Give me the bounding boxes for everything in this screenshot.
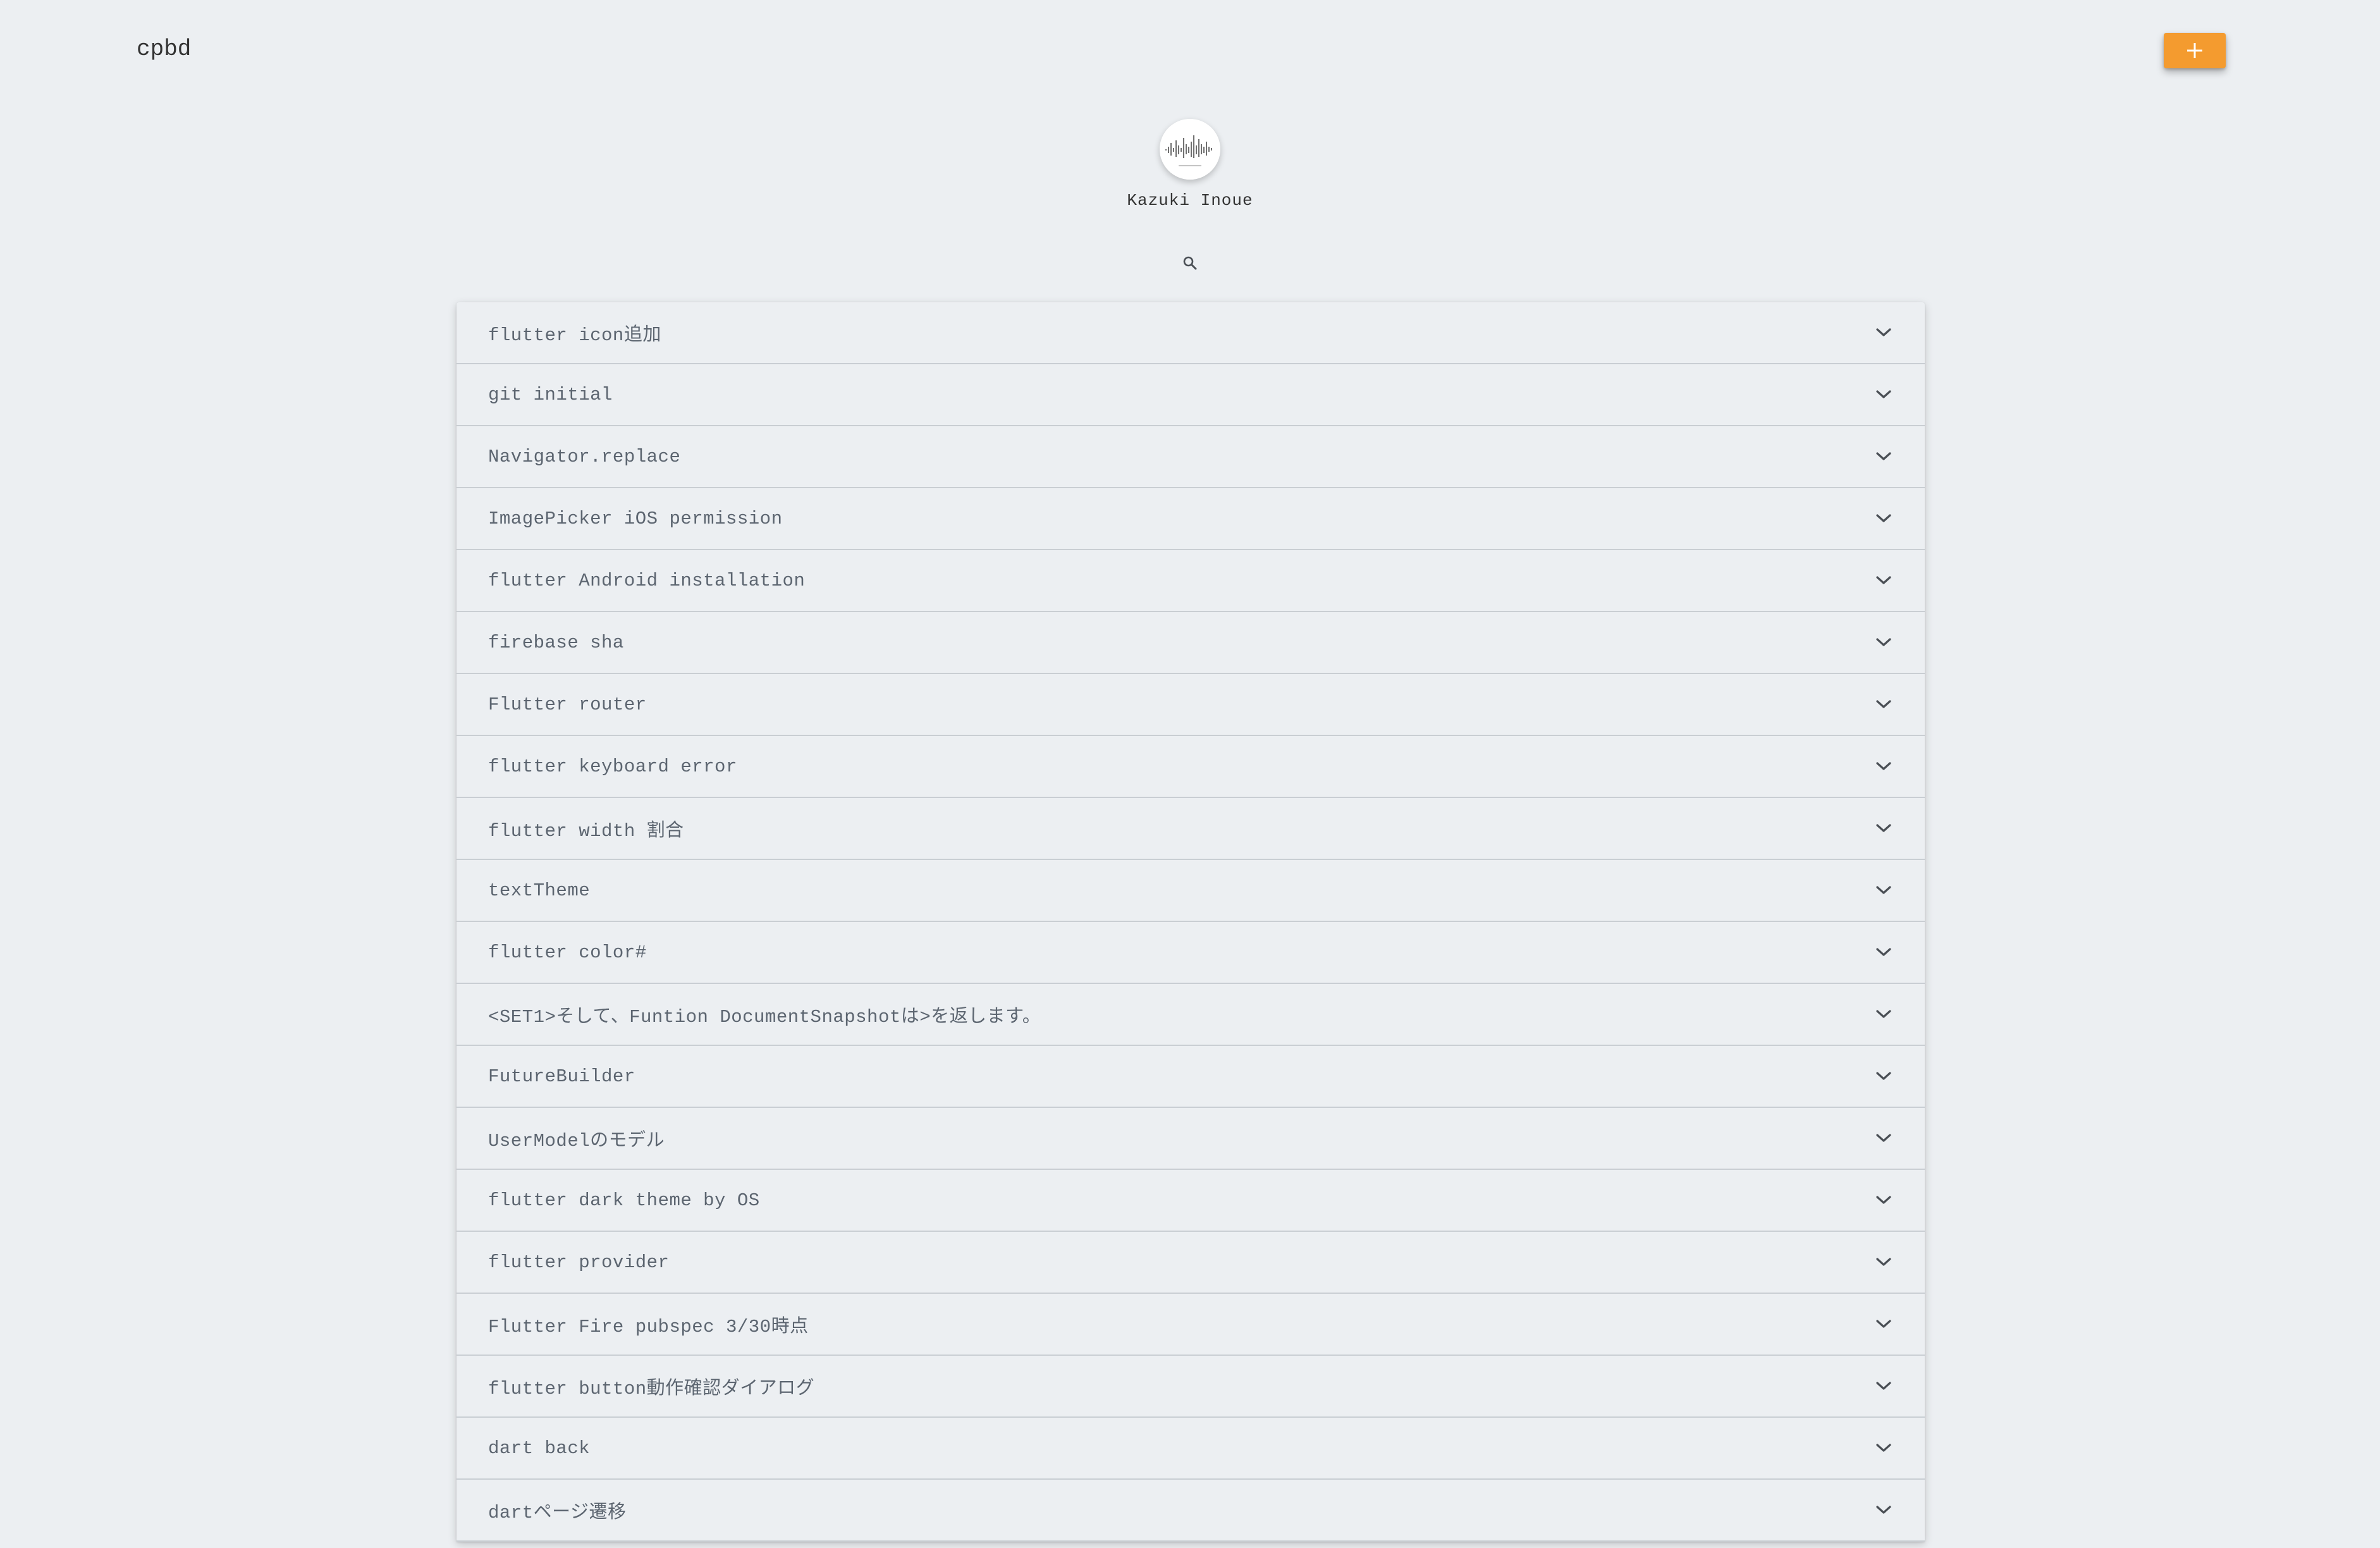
chevron-down-icon[interactable] [1874,509,1893,528]
search-icon [1183,256,1197,270]
list-item[interactable]: Flutter router [457,674,1925,736]
chevron-down-icon[interactable] [1874,571,1893,590]
list-item[interactable]: textTheme [457,860,1925,922]
avatar[interactable] [1160,119,1220,180]
list-item[interactable]: Flutter Fire pubspec 3/30時点 [457,1294,1925,1356]
list-item-title: flutter dark theme by OS [488,1189,760,1211]
chevron-down-icon[interactable] [1874,695,1893,714]
list-item[interactable]: dartページ遷移 [457,1480,1925,1542]
list-item-title: firebase sha [488,632,624,653]
list-item[interactable]: git initial [457,364,1925,426]
list-item-title: dartページ遷移 [488,1502,627,1523]
list-item-title: <SET1>そして、Funtion DocumentSnapshotは>を返しま… [488,1007,1041,1028]
search-button[interactable] [1179,252,1201,274]
chevron-down-icon[interactable] [1874,1315,1893,1334]
list-item[interactable]: flutter color# [457,922,1925,984]
chevron-down-icon[interactable] [1874,1501,1893,1520]
list-item[interactable]: <SET1>そして、Funtion DocumentSnapshotは>を返しま… [457,984,1925,1046]
list-item-title: flutter button動作確認ダイアログ [488,1379,815,1399]
list-item-title: flutter icon追加 [488,325,661,346]
list-item[interactable]: firebase sha [457,612,1925,674]
chevron-down-icon[interactable] [1874,1067,1893,1086]
list-item[interactable]: flutter Android installation [457,550,1925,612]
list-item-title: ImagePicker iOS permission [488,508,783,529]
list-item[interactable]: FutureBuilder [457,1046,1925,1108]
profile-section: Kazuki Inoue [0,119,2380,211]
list-item-title: git initial [488,384,613,405]
list-item-title: UserModelのモデル [488,1131,665,1152]
add-entry-button[interactable] [2164,33,2226,68]
app-title[interactable]: cpbd [137,30,191,68]
list-item-title: flutter width 割合 [488,821,684,842]
list-item-title: Navigator.replace [488,446,681,467]
chevron-down-icon[interactable] [1874,1439,1893,1458]
chevron-down-icon[interactable] [1874,1191,1893,1210]
list-item[interactable]: flutter provider [457,1232,1925,1294]
user-name: Kazuki Inoue [1127,191,1253,210]
list-item-title: flutter color# [488,942,647,963]
list-item[interactable]: flutter width 割合 [457,798,1925,860]
chevron-down-icon[interactable] [1874,819,1893,838]
list-item-title: Flutter router [488,694,647,715]
plus-icon [2187,43,2202,58]
list-item-title: flutter keyboard error [488,756,737,777]
chevron-down-icon[interactable] [1874,1253,1893,1272]
chevron-down-icon[interactable] [1874,385,1893,404]
chevron-down-icon[interactable] [1874,447,1893,466]
list-item-title: Flutter Fire pubspec 3/30時点 [488,1317,809,1337]
list-item[interactable]: flutter icon追加 [457,302,1925,364]
entry-list: flutter icon追加 git initial Navigator.repla… [457,302,1925,1542]
list-item-title: flutter provider [488,1251,670,1273]
chevron-down-icon[interactable] [1874,757,1893,776]
list-item[interactable]: UserModelのモデル [457,1108,1925,1170]
list-item[interactable]: flutter button動作確認ダイアログ [457,1356,1925,1418]
list-item[interactable]: dart back [457,1418,1925,1480]
list-item-title: flutter Android installation [488,570,806,591]
list-item[interactable]: ImagePicker iOS permission [457,488,1925,550]
list-item-title: dart back [488,1437,591,1459]
list-item[interactable]: flutter keyboard error [457,736,1925,798]
list-item[interactable]: Navigator.replace [457,426,1925,488]
chevron-down-icon[interactable] [1874,881,1893,900]
chevron-down-icon[interactable] [1874,943,1893,962]
chevron-down-icon[interactable] [1874,1005,1893,1024]
chevron-down-icon[interactable] [1874,1377,1893,1396]
list-item-title: FutureBuilder [488,1066,635,1087]
chevron-down-icon[interactable] [1874,323,1893,342]
list-item-title: textTheme [488,880,591,901]
chevron-down-icon[interactable] [1874,633,1893,652]
list-item[interactable]: flutter dark theme by OS [457,1170,1925,1232]
chevron-down-icon[interactable] [1874,1129,1893,1148]
waveform-avatar-icon [1160,119,1220,180]
